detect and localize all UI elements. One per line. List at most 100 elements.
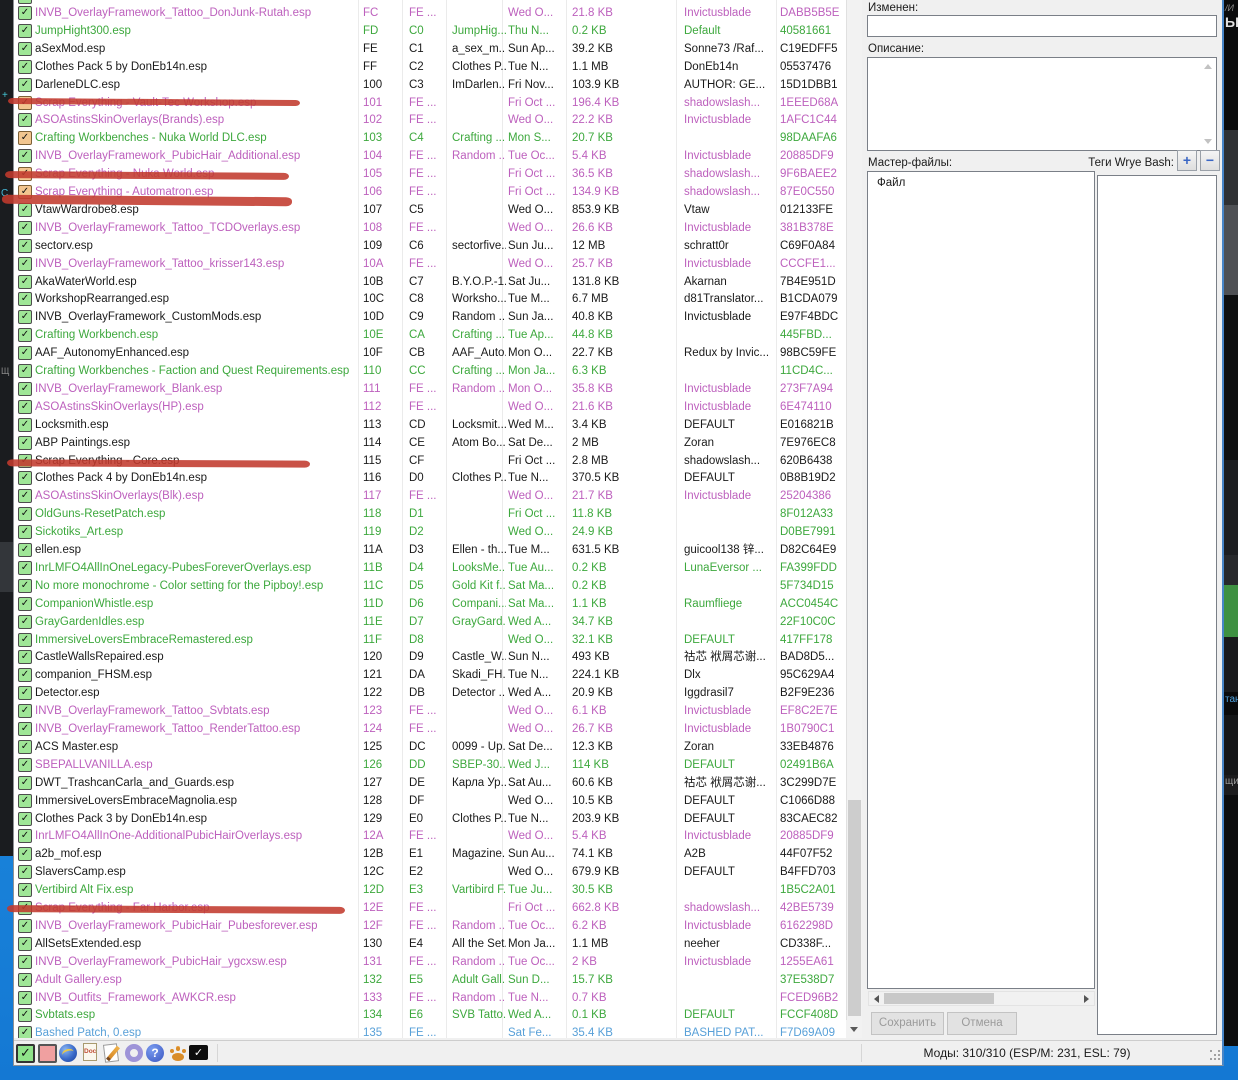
mod-active-checkbox[interactable]: ✓ — [18, 328, 32, 342]
mod-active-checkbox[interactable]: ✓ — [18, 561, 32, 575]
mod-active-checkbox[interactable]: ✓ — [18, 203, 32, 217]
mod-active-checkbox[interactable]: ✓ — [18, 382, 32, 396]
mod-active-checkbox[interactable]: ✓ — [18, 722, 32, 736]
mod-active-checkbox[interactable]: ✓ — [18, 471, 32, 485]
mod-active-checkbox[interactable]: ✓ — [18, 847, 32, 861]
mod-row[interactable]: ✓ASOAstinsSkinOverlays(Blk).esp117FE ...… — [14, 487, 846, 505]
mod-active-checkbox[interactable]: ✓ — [18, 113, 32, 127]
mod-row[interactable]: ✓SlaversCamp.esp12CE2Wed O...679.9 KBDEF… — [14, 863, 846, 881]
mod-row[interactable]: ✓AAF_AutonomyEnhanced.esp10FCBAAF_Auto..… — [14, 344, 846, 362]
mod-active-checkbox[interactable]: ✓ — [18, 78, 32, 92]
mod-row[interactable]: ✓Clothes Pack 4 by DonEb14n.esp116D0Clot… — [14, 469, 846, 487]
mod-active-checkbox[interactable]: ✓ — [18, 919, 32, 933]
mod-row[interactable]: ✓ImmersiveLoversEmbraceMagnolia.esp128DF… — [14, 792, 846, 810]
mod-active-checkbox[interactable]: ✓ — [18, 400, 32, 414]
mod-row[interactable]: ✓Clothes Pack 5 by DonEb14n.espFFC2Cloth… — [14, 58, 846, 76]
mod-active-checkbox[interactable]: ✓ — [18, 937, 32, 951]
masters-column-header[interactable]: Файл — [877, 177, 905, 189]
mod-row[interactable]: ✓Detector.esp122DBDetector ...Wed A...20… — [14, 684, 846, 702]
mod-row[interactable]: ✓INVB_OverlayFramework_Tattoo_DonJunk-Ru… — [14, 4, 846, 22]
mod-row[interactable]: ✓Clothes Pack 3 by DonEb14n.esp129E0Clot… — [14, 810, 846, 828]
mod-active-checkbox[interactable]: ✓ — [18, 436, 32, 450]
add-tag-button[interactable]: + — [1177, 150, 1197, 171]
mod-active-checkbox[interactable]: ✓ — [18, 60, 32, 74]
chevron-down-icon[interactable] — [1204, 139, 1212, 144]
mod-row[interactable]: ✓INVB_OverlayFramework_PubicHair_ygcxsw.… — [14, 953, 846, 971]
mod-active-checkbox[interactable]: ✓ — [18, 275, 32, 289]
mod-row[interactable]: ✓sectorv.esp109C6sectorfive...Sun Ju...1… — [14, 237, 846, 255]
mod-row[interactable]: ✓ASOAstinsSkinOverlays(HP).esp112FE ...W… — [14, 398, 846, 416]
mod-active-checkbox[interactable]: ✓ — [18, 650, 32, 664]
mod-row[interactable]: ✓Crafting Workbench.esp10ECACrafting ...… — [14, 326, 846, 344]
globe-icon[interactable] — [59, 1043, 79, 1063]
mod-row[interactable]: ✓INVB_OverlayFramework_Tattoo_TCDOverlay… — [14, 219, 846, 237]
mod-row[interactable]: ✓INVB_Outfits_Framework_AWKCR.esp133FE .… — [14, 989, 846, 1007]
mod-active-checkbox[interactable]: ✓ — [18, 257, 32, 271]
mod-active-checkbox[interactable]: ✓ — [18, 131, 32, 145]
mod-active-checkbox[interactable]: ✓ — [18, 758, 32, 772]
mod-active-checkbox[interactable]: ✓ — [18, 149, 32, 163]
chevron-right-icon[interactable] — [1084, 995, 1089, 1003]
mod-row[interactable]: ✓InrLMFO4AllInOne-AdditionalPubicHairOve… — [14, 827, 846, 845]
mod-row[interactable]: ✓ACS Master.esp125DC0099 - Up...Sat De..… — [14, 738, 846, 756]
mod-active-checkbox[interactable]: ✓ — [18, 364, 32, 378]
mod-row[interactable]: ✓ABP Paintings.esp114CEAtom Bo...Sat De.… — [14, 434, 846, 452]
mod-active-checkbox[interactable]: ✓ — [18, 704, 32, 718]
mod-row[interactable]: ✓Adult Gallery.esp132E5Adult Gall...Sun … — [14, 971, 846, 989]
mod-row[interactable]: ✓INVB_OverlayFramework_PubicHair_Pubesfo… — [14, 917, 846, 935]
green-checkbox-icon[interactable]: ✓ — [16, 1043, 36, 1063]
mod-active-checkbox[interactable]: ✓ — [18, 686, 32, 700]
mod-row[interactable]: ✓AkaWaterWorld.esp10BC7B.Y.O.P.-1...Sat … — [14, 273, 846, 291]
mod-active-checkbox[interactable]: ✓ — [18, 973, 32, 987]
mod-active-checkbox[interactable]: ✓ — [18, 239, 32, 253]
mod-row[interactable]: ✓DarleneDLC.esp100C3ImDarlen...Fri Nov..… — [14, 76, 846, 94]
mod-active-checkbox[interactable]: ✓ — [18, 525, 32, 539]
window-resize-grip[interactable] — [1210, 1050, 1212, 1052]
mod-active-checkbox[interactable]: ✓ — [18, 633, 32, 647]
modified-input[interactable] — [867, 15, 1217, 37]
mod-row[interactable]: ✓INVB_OverlayFramework_Tattoo_krisser143… — [14, 255, 846, 273]
mod-active-checkbox[interactable]: ✓ — [18, 1026, 32, 1038]
doc-browser-icon[interactable]: Doc — [81, 1043, 101, 1063]
masters-list[interactable]: Файл — [867, 171, 1095, 989]
mod-row[interactable]: ✓INVB_OverlayFramework_PubicHair_Additio… — [14, 147, 846, 165]
mod-active-checkbox[interactable]: ✓ — [18, 292, 32, 306]
mod-active-checkbox[interactable]: ✓ — [18, 489, 32, 503]
mod-active-checkbox[interactable]: ✓ — [18, 507, 32, 521]
mod-active-checkbox[interactable]: ✓ — [18, 221, 32, 235]
mod-row[interactable]: ✓Crafting Workbenches - Nuka World DLC.e… — [14, 129, 846, 147]
description-textarea[interactable] — [867, 57, 1217, 151]
scrollbar-down-button[interactable] — [846, 1020, 862, 1038]
mod-row[interactable]: ✓Locksmith.esp113CDLocksmit...Wed M...3.… — [14, 416, 846, 434]
mod-row[interactable]: ✓Crafting Workbenches - Faction and Ques… — [14, 362, 846, 380]
mod-row[interactable]: ✓INVB_OverlayFramework_Tattoo_Svbtats.es… — [14, 702, 846, 720]
mod-active-checkbox[interactable]: ✓ — [18, 991, 32, 1005]
mod-row[interactable]: ✓InrLMFO4AllInOneLegacy-PubesForeverOver… — [14, 559, 846, 577]
mod-active-checkbox[interactable]: ✓ — [18, 543, 32, 557]
mod-active-checkbox[interactable]: ✓ — [18, 6, 32, 20]
mod-active-checkbox[interactable]: ✓ — [18, 42, 32, 56]
mod-active-checkbox[interactable]: ✓ — [18, 597, 32, 611]
mod-active-checkbox[interactable]: ✓ — [18, 740, 32, 754]
mod-row[interactable]: ✓OldGuns-ResetPatch.esp118D1Fri Oct ...1… — [14, 505, 846, 523]
mod-active-checkbox[interactable]: ✓ — [18, 346, 32, 360]
paw-icon[interactable] — [168, 1043, 188, 1063]
red-checkbox-icon[interactable] — [38, 1043, 58, 1063]
purple-ring-icon[interactable] — [124, 1043, 144, 1063]
mod-row[interactable]: ✓WorkshopRearranged.esp10CC8Worksho...Tu… — [14, 290, 846, 308]
mod-active-checkbox[interactable]: ✓ — [18, 955, 32, 969]
mod-active-checkbox[interactable]: ✓ — [18, 310, 32, 324]
mod-row[interactable]: ✓SBEPALLVANILLA.esp126DDSBEP-30...Wed J.… — [14, 756, 846, 774]
mod-row[interactable]: ✓Bashed Patch, 0.esp135FE ...Sat Fe...35… — [14, 1024, 846, 1038]
mod-active-checkbox[interactable]: ✓ — [18, 579, 32, 593]
mod-active-checkbox[interactable]: ✓ — [18, 829, 32, 843]
mod-row[interactable]: ✓Vertibird Alt Fix.esp12DE3Vartibird F..… — [14, 881, 846, 899]
mod-row[interactable]: ✓a2b_mof.esp12BE1Magazine...Sun Au...74.… — [14, 845, 846, 863]
mod-active-checkbox[interactable]: ✓ — [18, 883, 32, 897]
mod-row[interactable]: ✓No more monochrome - Color setting for … — [14, 577, 846, 595]
mod-active-checkbox[interactable]: ✓ — [18, 668, 32, 682]
mod-row[interactable]: ✓Svbtats.esp134E6SVB Tatto...Wed A...0.1… — [14, 1006, 846, 1024]
mod-row[interactable]: ✓Sickotiks_Art.esp119D2Wed O...24.9 KBD0… — [14, 523, 846, 541]
mod-row[interactable]: ✓INVB_OverlayFramework_Tattoo_RenderTatt… — [14, 720, 846, 738]
mod-row[interactable]: ✓aSexMod.espFEC1a_sex_m...Sun Ap...39.2 … — [14, 40, 846, 58]
